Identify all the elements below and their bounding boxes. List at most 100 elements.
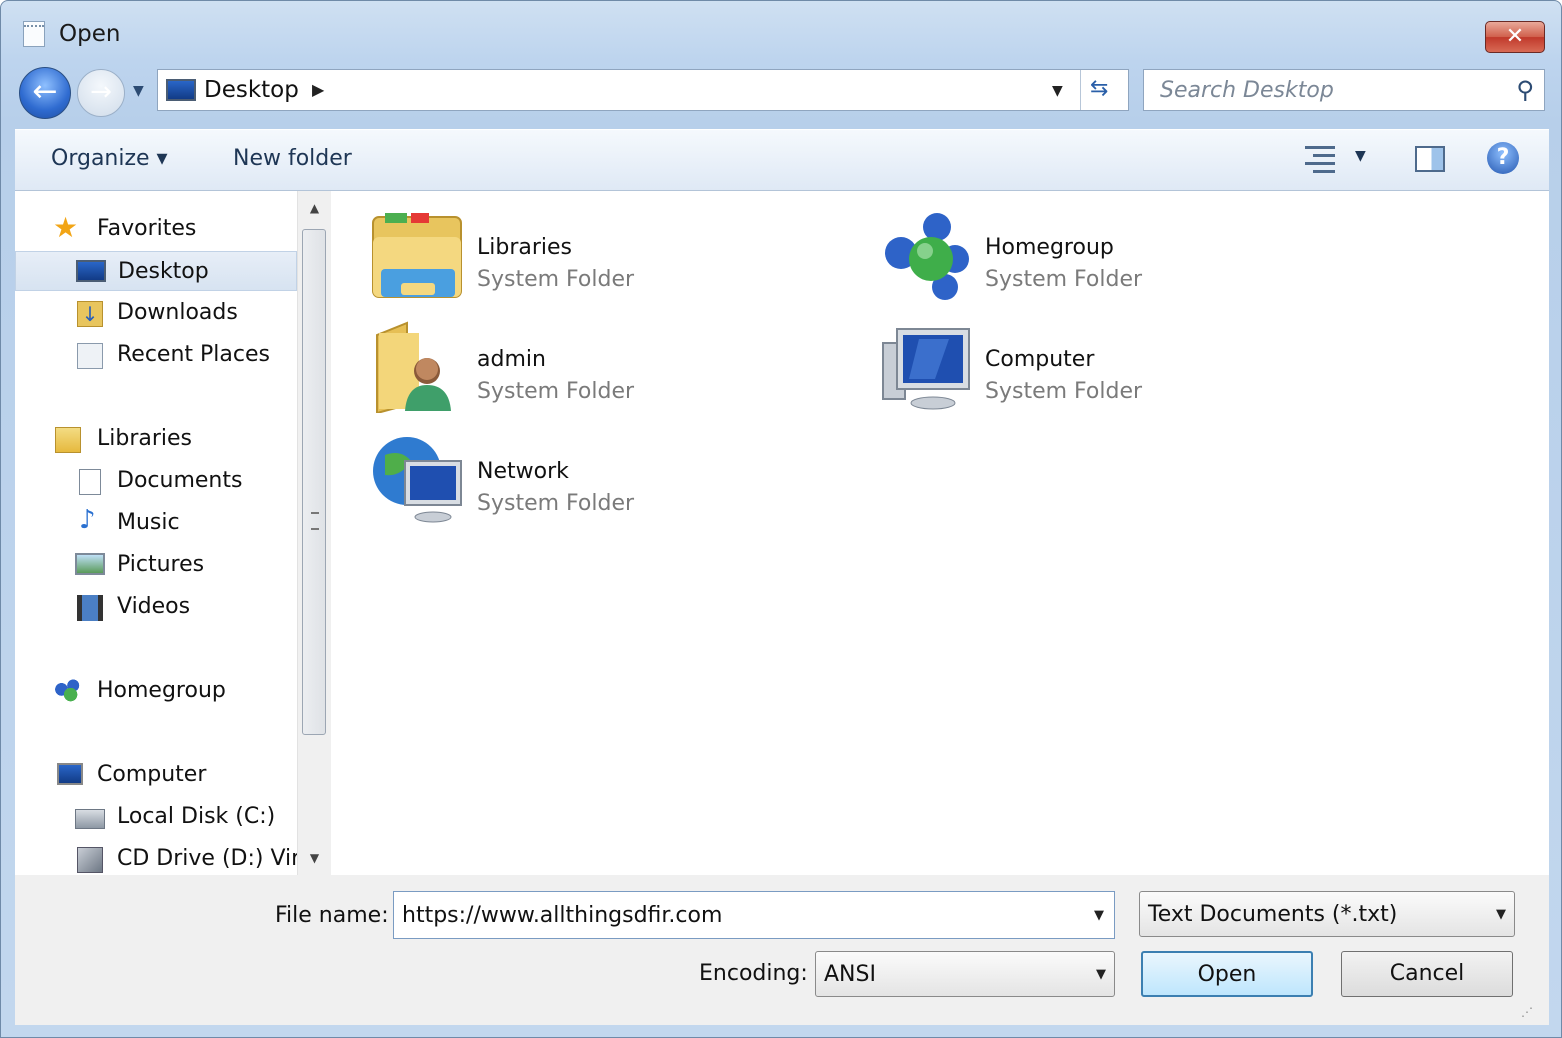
sidebar-item-favorites[interactable]: ★ Favorites [15, 209, 297, 249]
search-icon[interactable]: ⚲ [1516, 76, 1534, 104]
file-name-value[interactable]: https://www.allthingsdfir.com [402, 903, 722, 928]
sidebar-item-desktop[interactable]: Desktop [15, 251, 297, 291]
sidebar-item-label: Recent Places [117, 342, 270, 367]
item-name: Network [477, 459, 569, 484]
close-button[interactable]: ✕ [1485, 21, 1545, 53]
sidebar-item-label: Desktop [118, 259, 209, 284]
file-type-select[interactable]: Text Documents (*.txt) ▼ [1139, 891, 1515, 937]
sidebar-item-label: Videos [117, 594, 191, 619]
sidebar-item-label: Music [117, 510, 180, 535]
list-item[interactable]: Libraries System Folder [331, 201, 791, 301]
sidebar-item-local-disk[interactable]: Local Disk (C:) [15, 797, 297, 837]
scrollbar-thumb[interactable] [302, 229, 326, 735]
item-type: System Folder [985, 379, 1143, 404]
notepad-icon [23, 21, 45, 47]
cancel-button[interactable]: Cancel [1341, 951, 1513, 997]
sidebar-item-label: Documents [117, 468, 243, 493]
user-folder-icon [371, 319, 465, 415]
star-icon: ★ [53, 211, 79, 244]
search-box[interactable]: Search Desktop ⚲ [1143, 69, 1545, 111]
sidebar-item-label: Homegroup [97, 678, 226, 703]
item-type: System Folder [477, 379, 635, 404]
sidebar-item-label: Favorites [97, 216, 197, 241]
sidebar-item-homegroup[interactable]: Homegroup [15, 671, 297, 711]
chevron-down-icon[interactable]: ▼ [1496, 907, 1506, 922]
item-name: admin [477, 347, 546, 372]
sidebar-item-label: Downloads [117, 300, 238, 325]
address-bar[interactable]: Desktop ▶ ▼ ⇆ [157, 69, 1129, 111]
new-folder-button[interactable]: New folder [233, 146, 352, 171]
list-item[interactable]: Computer System Folder [839, 313, 1299, 413]
encoding-value: ANSI [824, 962, 876, 987]
scroll-down-arrow-icon[interactable]: ▼ [298, 843, 331, 873]
sidebar-item-label: Libraries [97, 426, 193, 451]
music-note-icon: ♪ [79, 505, 96, 535]
search-input[interactable]: Search Desktop [1160, 78, 1334, 103]
sidebar-item-libraries[interactable]: Libraries [15, 419, 297, 459]
forward-button[interactable]: → [77, 69, 125, 117]
open-dialog: Open ✕ ← → ▼ Desktop ▶ ▼ ⇆ Search Deskto… [0, 0, 1562, 1038]
list-item[interactable]: Homegroup System Folder [839, 201, 1299, 301]
sidebar-item-music[interactable]: ♪ Music [15, 503, 297, 543]
file-name-label: File name: [275, 903, 389, 928]
preview-pane-icon[interactable] [1415, 146, 1445, 172]
sidebar-item-computer[interactable]: Computer [15, 755, 297, 795]
downloads-icon: ↓ [77, 301, 103, 327]
sidebar-item-cd-drive[interactable]: CD Drive (D:) Virt [15, 839, 297, 875]
change-view-icon[interactable] [1305, 144, 1337, 174]
file-name-input[interactable]: https://www.allthingsdfir.com ▼ [393, 891, 1115, 939]
command-toolbar: Organize ▾ New folder ▼ ? [15, 129, 1549, 191]
computer-icon [57, 763, 83, 785]
desktop-icon [166, 79, 196, 101]
open-button[interactable]: Open [1141, 951, 1313, 997]
organize-button[interactable]: Organize ▾ [51, 146, 168, 171]
item-type: System Folder [477, 267, 635, 292]
item-name: Homegroup [985, 235, 1114, 260]
sidebar-item-videos[interactable]: Videos [15, 587, 297, 627]
title-bar: Open ✕ [1, 1, 1561, 61]
list-item[interactable]: Network System Folder [331, 425, 791, 525]
window-title: Open [59, 21, 121, 47]
sidebar-item-label: Pictures [117, 552, 205, 577]
sidebar-item-downloads[interactable]: ↓ Downloads [15, 293, 297, 333]
sidebar-item-label: Local Disk (C:) [117, 804, 276, 829]
file-list: Libraries System Folder Homegroup System… [331, 191, 1549, 875]
hard-disk-icon [75, 809, 105, 829]
address-divider [1080, 70, 1081, 110]
item-type: System Folder [985, 267, 1143, 292]
file-type-value: Text Documents (*.txt) [1148, 902, 1398, 927]
help-icon[interactable]: ? [1487, 142, 1519, 174]
recent-pages-dropdown[interactable]: ▼ [133, 83, 144, 99]
resize-grip-icon[interactable]: ⋰ [1521, 1005, 1533, 1019]
list-item[interactable]: admin System Folder [331, 313, 791, 415]
scrollbar-grip-icon [311, 512, 319, 530]
sidebar-item-pictures[interactable]: Pictures [15, 545, 297, 585]
sidebar-item-documents[interactable]: Documents [15, 461, 297, 501]
homegroup-icon [879, 207, 973, 301]
address-location[interactable]: Desktop [204, 77, 299, 103]
item-type: System Folder [477, 491, 635, 516]
breadcrumb-arrow-icon[interactable]: ▶ [312, 80, 324, 99]
navigation-scrollbar[interactable]: ▲ ▼ [297, 191, 331, 875]
recent-places-icon [77, 343, 103, 369]
sidebar-item-label: CD Drive (D:) Virt [117, 846, 297, 871]
videos-icon [77, 595, 103, 621]
computer-icon [879, 319, 973, 413]
libraries-icon [55, 427, 81, 453]
back-button[interactable]: ← [19, 67, 71, 119]
chevron-down-icon[interactable]: ▼ [1096, 967, 1106, 982]
chevron-down-icon[interactable]: ▼ [1094, 908, 1104, 923]
encoding-select[interactable]: ANSI ▼ [815, 951, 1115, 997]
cd-drive-icon [77, 847, 103, 873]
pictures-icon [75, 553, 105, 575]
refresh-icon[interactable]: ⇆ [1090, 76, 1108, 101]
homegroup-icon [55, 679, 81, 705]
bottom-panel: File name: https://www.allthingsdfir.com… [15, 875, 1549, 1025]
item-name: Computer [985, 347, 1095, 372]
libraries-icon [371, 207, 465, 301]
view-options-dropdown[interactable]: ▼ [1355, 148, 1366, 164]
network-icon [371, 431, 465, 525]
address-history-dropdown[interactable]: ▼ [1052, 83, 1063, 99]
sidebar-item-recent-places[interactable]: Recent Places [15, 335, 297, 375]
scroll-up-arrow-icon[interactable]: ▲ [298, 193, 331, 223]
